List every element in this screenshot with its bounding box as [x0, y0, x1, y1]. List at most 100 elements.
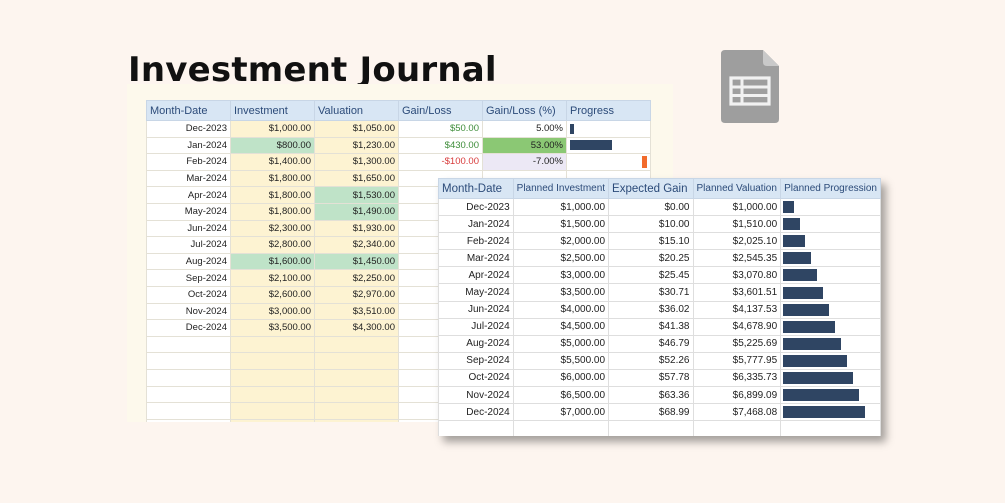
plan-cell-date[interactable]: Nov-2024	[438, 386, 514, 405]
journal-cell-gain[interactable]: $430.00	[398, 136, 483, 155]
journal-cell-investment[interactable]: $1,400.00	[230, 153, 315, 171]
plan-cell-date[interactable]: Jun-2024	[438, 300, 514, 319]
plan-cell-date[interactable]: May-2024	[438, 283, 514, 302]
plan-cell-valuation[interactable]: $5,225.69	[692, 334, 782, 353]
plan-cell-investment[interactable]: $4,500.00	[512, 317, 610, 336]
plan-cell-bar[interactable]	[780, 351, 881, 370]
journal-cell-valuation[interactable]: $4,300.00	[314, 319, 399, 337]
journal-cell-valuation[interactable]	[314, 335, 399, 354]
plan-cell-investment[interactable]: $4,000.00	[512, 300, 610, 319]
plan-cell-valuation[interactable]: $2,545.35	[692, 249, 782, 268]
plan-cell-investment[interactable]: $2,000.00	[512, 232, 610, 251]
plan-cell-gain[interactable]: $10.00	[608, 215, 694, 234]
plan-cell-bar[interactable]	[780, 368, 881, 388]
journal-cell-date[interactable]: Sep-2024	[146, 269, 231, 287]
journal-cell-date[interactable]: Dec-2023	[146, 120, 231, 138]
journal-cell-investment[interactable]	[230, 335, 315, 354]
plan-cell-bar[interactable]	[780, 300, 881, 319]
plan-cell-gain[interactable]: $46.79	[608, 334, 694, 353]
journal-cell-valuation[interactable]: $2,970.00	[314, 285, 399, 304]
plan-header-4[interactable]: Planned Progression	[780, 178, 881, 199]
plan-cell-date[interactable]: Dec-2023	[438, 197, 514, 217]
plan-cell-bar[interactable]	[780, 420, 881, 436]
journal-cell-gain[interactable]: $50.00	[398, 120, 483, 138]
journal-header-1[interactable]: Investment	[230, 100, 315, 121]
journal-cell-date[interactable]: Oct-2024	[146, 285, 231, 304]
plan-cell-date[interactable]: Jan-2024	[438, 215, 514, 234]
plan-cell-valuation[interactable]: $1,510.00	[692, 215, 782, 234]
journal-cell-valuation[interactable]	[314, 418, 399, 422]
plan-cell-valuation[interactable]: $4,678.90	[692, 317, 782, 336]
plan-cell-investment[interactable]: $6,000.00	[512, 368, 610, 388]
plan-cell-gain[interactable]: $15.10	[608, 232, 694, 251]
plan-cell-date[interactable]: Mar-2024	[438, 249, 514, 268]
plan-cell-bar[interactable]	[780, 283, 881, 302]
plan-cell-gain[interactable]: $41.38	[608, 317, 694, 336]
journal-cell-date[interactable]: Jun-2024	[146, 219, 231, 238]
journal-cell-valuation[interactable]	[314, 352, 399, 370]
journal-header-4[interactable]: Gain/Loss (%)	[482, 100, 567, 121]
journal-cell-progress[interactable]	[566, 153, 651, 171]
plan-cell-date[interactable]: Apr-2024	[438, 266, 514, 285]
plan-cell-bar[interactable]	[780, 403, 881, 422]
journal-cell-valuation[interactable]	[314, 385, 399, 404]
journal-cell-pct[interactable]: 53.00%	[482, 136, 567, 155]
plan-cell-investment[interactable]: $5,000.00	[512, 334, 610, 353]
journal-cell-investment[interactable]: $2,300.00	[230, 219, 315, 238]
plan-cell-valuation[interactable]: $6,899.09	[692, 386, 782, 405]
plan-cell-gain[interactable]: $57.78	[608, 368, 694, 388]
plan-cell-bar[interactable]	[780, 317, 881, 336]
journal-cell-valuation[interactable]: $3,510.00	[314, 302, 399, 321]
plan-cell-bar[interactable]	[780, 249, 881, 268]
plan-cell-date[interactable]: Oct-2024	[438, 368, 514, 388]
journal-cell-date[interactable]: Mar-2024	[146, 169, 231, 188]
journal-cell-date[interactable]	[146, 402, 231, 420]
plan-cell-investment[interactable]	[512, 420, 610, 436]
journal-cell-investment[interactable]: $3,000.00	[230, 302, 315, 321]
plan-header-3[interactable]: Planned Valuation	[692, 178, 782, 199]
plan-cell-bar[interactable]	[780, 197, 881, 217]
journal-cell-date[interactable]: Apr-2024	[146, 186, 231, 204]
journal-cell-valuation[interactable]: $1,300.00	[314, 153, 399, 171]
journal-cell-investment[interactable]: $3,500.00	[230, 319, 315, 337]
plan-cell-gain[interactable]: $52.26	[608, 351, 694, 370]
journal-cell-investment[interactable]: $2,600.00	[230, 285, 315, 304]
journal-cell-investment[interactable]	[230, 368, 315, 387]
plan-cell-investment[interactable]: $1,000.00	[512, 197, 610, 217]
plan-cell-valuation[interactable]	[692, 420, 782, 436]
journal-cell-valuation[interactable]: $1,050.00	[314, 120, 399, 138]
journal-cell-valuation[interactable]: $1,930.00	[314, 219, 399, 238]
journal-cell-valuation[interactable]: $1,490.00	[314, 202, 399, 221]
journal-cell-date[interactable]	[146, 335, 231, 354]
plan-cell-gain[interactable]: $30.71	[608, 283, 694, 302]
journal-cell-date[interactable]	[146, 418, 231, 422]
plan-cell-investment[interactable]: $6,500.00	[512, 386, 610, 405]
journal-cell-date[interactable]	[146, 352, 231, 370]
journal-cell-investment[interactable]: $2,100.00	[230, 269, 315, 287]
journal-header-5[interactable]: Progress	[566, 100, 651, 121]
journal-cell-valuation[interactable]: $1,650.00	[314, 169, 399, 188]
journal-cell-investment[interactable]: $1,800.00	[230, 169, 315, 188]
plan-cell-gain[interactable]: $0.00	[608, 197, 694, 217]
journal-cell-date[interactable]: Feb-2024	[146, 153, 231, 171]
plan-cell-bar[interactable]	[780, 386, 881, 405]
journal-cell-date[interactable]: Dec-2024	[146, 319, 231, 337]
plan-cell-investment[interactable]: $3,000.00	[512, 266, 610, 285]
plan-cell-bar[interactable]	[780, 215, 881, 234]
journal-cell-date[interactable]	[146, 368, 231, 387]
plan-header-1[interactable]: Planned Investment	[512, 178, 610, 199]
plan-header-2[interactable]: Expected Gain	[608, 178, 694, 199]
plan-cell-investment[interactable]: $2,500.00	[512, 249, 610, 268]
plan-cell-gain[interactable]: $25.45	[608, 266, 694, 285]
plan-cell-date[interactable]: Dec-2024	[438, 403, 514, 422]
journal-cell-investment[interactable]: $1,800.00	[230, 186, 315, 204]
journal-cell-investment[interactable]: $2,800.00	[230, 236, 315, 254]
journal-cell-gain[interactable]: -$100.00	[398, 153, 483, 171]
journal-cell-valuation[interactable]: $2,340.00	[314, 236, 399, 254]
plan-cell-date[interactable]: Aug-2024	[438, 334, 514, 353]
plan-cell-date[interactable]: Sep-2024	[438, 351, 514, 370]
plan-cell-gain[interactable]: $20.25	[608, 249, 694, 268]
plan-cell-gain[interactable]	[608, 420, 694, 436]
plan-cell-valuation[interactable]: $1,000.00	[692, 197, 782, 217]
plan-cell-date[interactable]: Jul-2024	[438, 317, 514, 336]
